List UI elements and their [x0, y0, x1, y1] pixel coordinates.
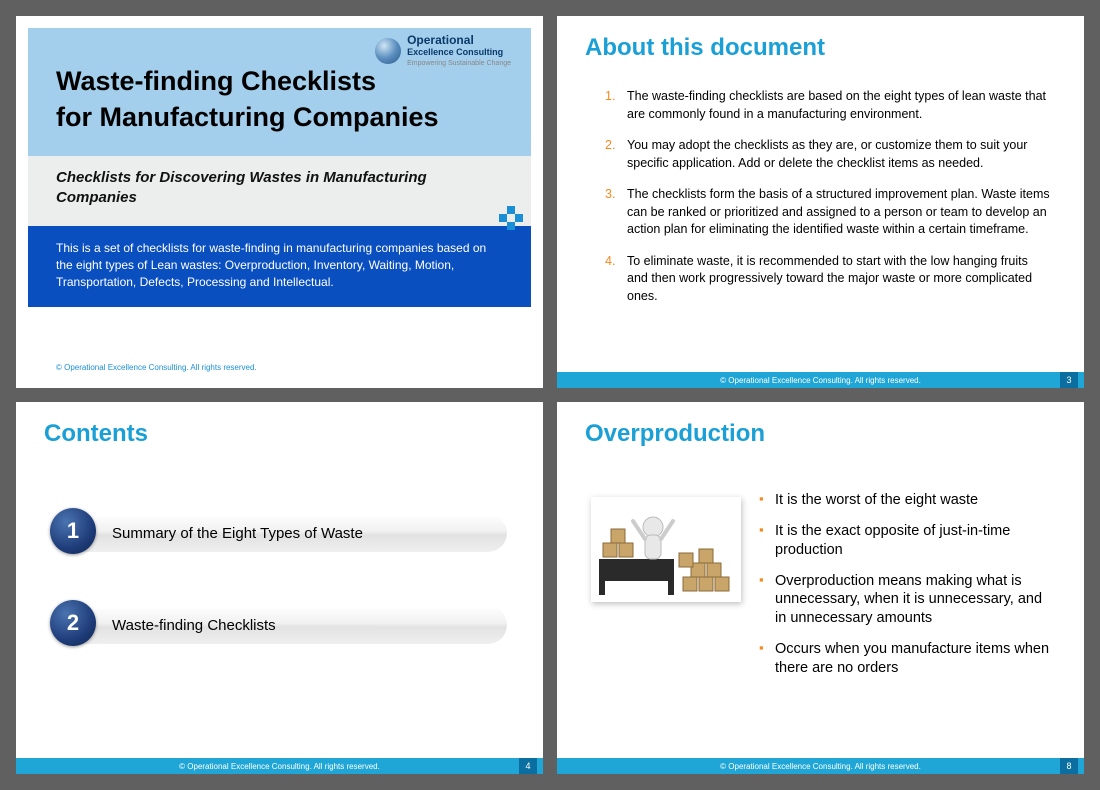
globe-icon: [375, 38, 401, 64]
about-list: The waste-finding checklists are based o…: [557, 70, 1084, 305]
list-item: The checklists form the basis of a struc…: [605, 186, 1050, 239]
contents-number-badge: 2: [50, 600, 96, 646]
contents-number-badge: 1: [50, 508, 96, 554]
subtitle: Checklists for Discovering Wastes in Man…: [56, 168, 503, 209]
list-item: It is the exact opposite of just-in-time…: [759, 522, 1056, 560]
contents-label: Waste-finding Checklists: [52, 606, 507, 644]
brand-logo: Operational Excellence Consulting Empowe…: [375, 34, 511, 69]
logo-tag: Empowering Sustainable Change: [407, 60, 511, 67]
contents-label: Summary of the Eight Types of Waste: [52, 514, 507, 552]
logo-sub: Excellence Consulting: [407, 47, 503, 57]
logo-main: Operational: [407, 33, 474, 47]
footer-text: © Operational Excellence Consulting. All…: [720, 762, 921, 771]
footer-bar: © Operational Excellence Consulting. All…: [557, 372, 1084, 388]
copyright: © Operational Excellence Consulting. All…: [56, 363, 257, 372]
list-item: Occurs when you manufacture items when t…: [759, 640, 1056, 678]
list-item: You may adopt the checklists as they are…: [605, 137, 1050, 172]
title-line2: for Manufacturing Companies: [56, 102, 439, 132]
overproduction-list: It is the worst of the eight waste It is…: [759, 491, 1056, 690]
list-item: To eliminate waste, it is recommended to…: [605, 253, 1050, 306]
footer-bar: © Operational Excellence Consulting. All…: [16, 758, 543, 774]
footer-bar: © Operational Excellence Consulting. All…: [557, 758, 1084, 774]
contents-item: Waste-finding Checklists 2: [52, 603, 507, 647]
overproduction-illustration: [591, 497, 741, 602]
slide-about: About this document The waste-finding ch…: [557, 16, 1084, 388]
list-item: Overproduction means making what is unne…: [759, 572, 1056, 629]
main-title: Waste-finding Checklists for Manufacturi…: [56, 63, 503, 136]
slide-contents: Contents Summary of the Eight Types of W…: [16, 402, 543, 774]
description-text: This is a set of checklists for waste-fi…: [56, 241, 486, 289]
slide-heading: Contents: [16, 402, 543, 456]
slide-overproduction: Overproduction: [557, 402, 1084, 774]
footer-text: © Operational Excellence Consulting. All…: [720, 376, 921, 385]
page-number: 3: [1060, 372, 1078, 388]
list-item: The waste-finding checklists are based o…: [605, 88, 1050, 123]
slide-heading: Overproduction: [557, 402, 1084, 456]
subtitle-block: Checklists for Discovering Wastes in Man…: [28, 156, 531, 227]
description-block: This is a set of checklists for waste-fi…: [28, 226, 531, 306]
page-number: 8: [1060, 758, 1078, 774]
slide-title: Operational Excellence Consulting Empowe…: [16, 16, 543, 388]
slide-grid: Operational Excellence Consulting Empowe…: [0, 0, 1100, 790]
title-line1: Waste-finding Checklists: [56, 66, 376, 96]
pixel-decoration-icon: [499, 206, 523, 230]
footer-text: © Operational Excellence Consulting. All…: [179, 762, 380, 771]
list-item: It is the worst of the eight waste: [759, 491, 1056, 510]
title-block: Operational Excellence Consulting Empowe…: [28, 28, 531, 156]
contents-item: Summary of the Eight Types of Waste 1: [52, 511, 507, 555]
page-number: 4: [519, 758, 537, 774]
slide-heading: About this document: [557, 16, 1084, 70]
